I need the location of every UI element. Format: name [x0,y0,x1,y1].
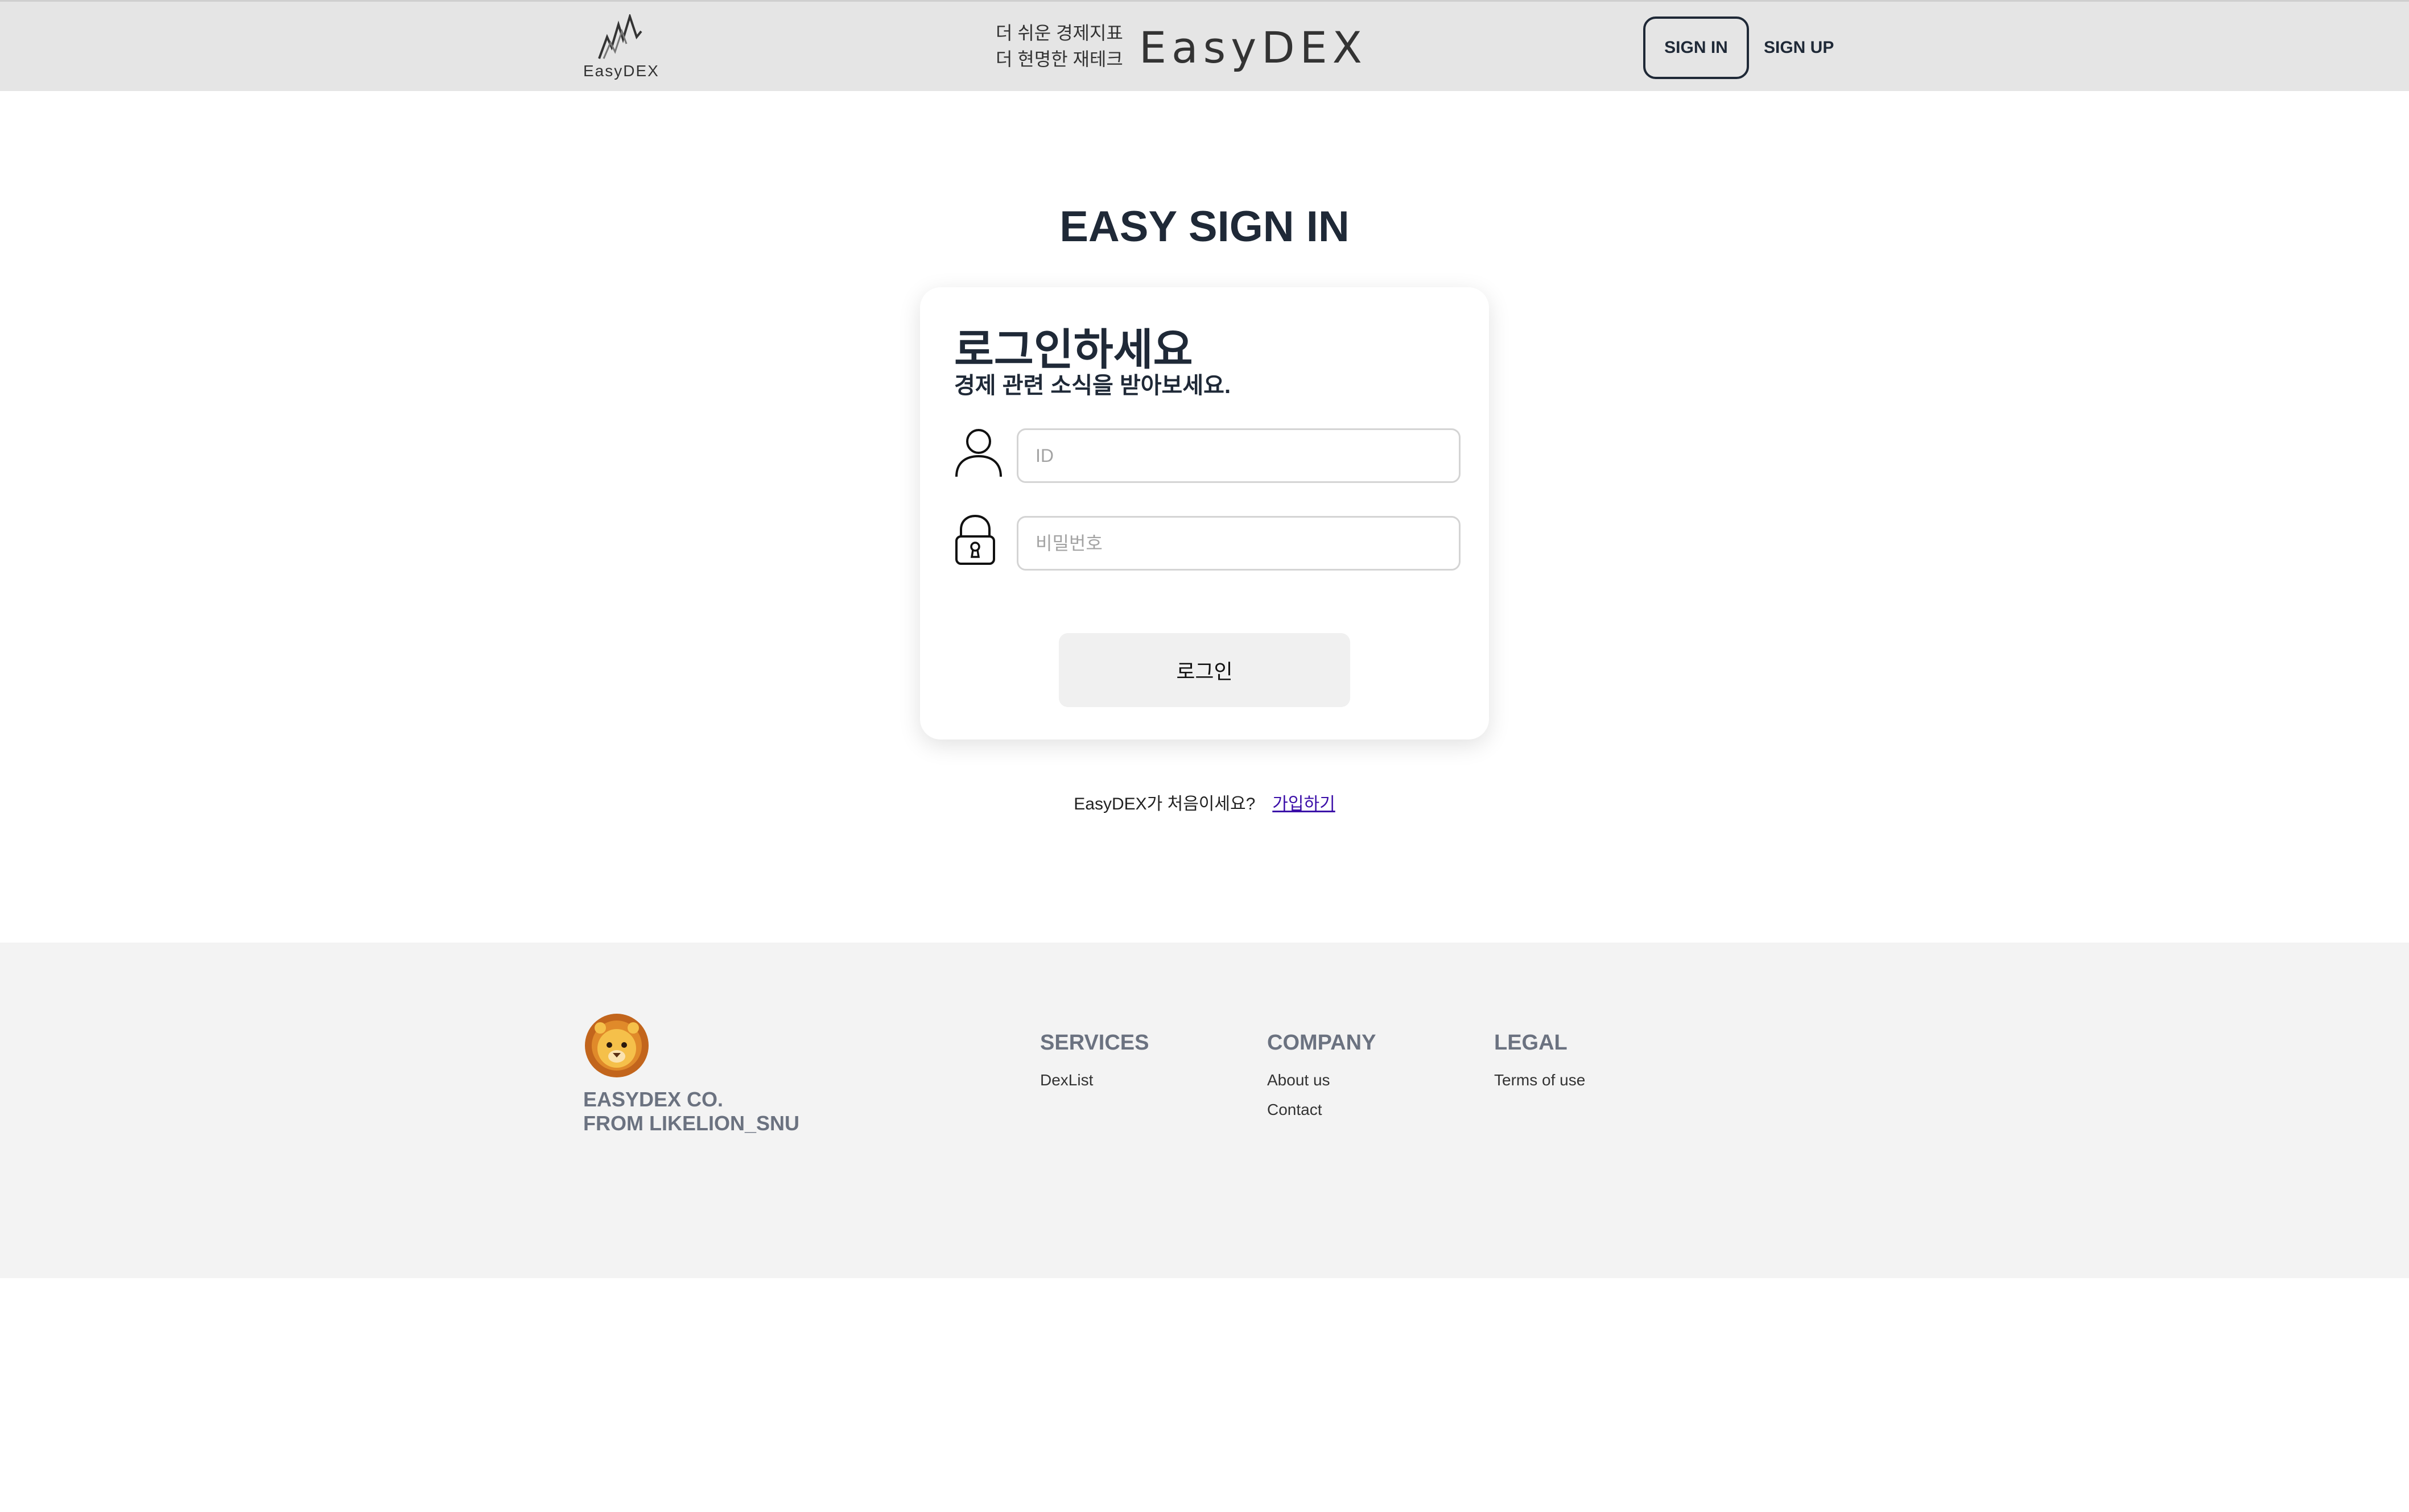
footer-column-legal: LEGAL Terms of use [1494,1031,1585,1095]
footer-link-contact[interactable]: Contact [1267,1095,1376,1125]
footer-heading-legal: LEGAL [1494,1031,1568,1055]
user-icon [955,429,1002,477]
footer-column-company: COMPANY About us Contact [1267,1031,1376,1125]
signup-button[interactable]: SIGN UP [1764,16,1834,79]
logo[interactable]: EasyDEX [583,14,659,82]
logo-text: EasyDEX [583,62,659,80]
lion-icon [585,1014,649,1077]
easydex-logo-icon [598,14,642,59]
card-subheading: 경제 관련 소식을 받아보세요. [954,373,1231,398]
company-line-1: EASYDEX CO. [583,1088,724,1111]
signup-prompt-text: EasyDEX가 처음이세요? [1074,795,1256,813]
brand-title: EasyDEX [1139,22,1367,73]
footer-heading-company: COMPANY [1267,1031,1376,1055]
footer-link-about[interactable]: About us [1267,1065,1376,1095]
footer: EASYDEX CO. FROM LIKELION_SNU SERVICES D… [0,943,2409,1278]
lock-icon [955,514,995,565]
slogan: 더 쉬운 경제지표 더 현명한 재테크 [996,20,1123,72]
slogan-line-2: 더 현명한 재테크 [996,49,1123,69]
header: EasyDEX 더 쉬운 경제지표 더 현명한 재테크 EasyDEX SIGN… [0,0,2409,91]
footer-heading-services: SERVICES [1040,1031,1149,1055]
page-title: EASY SIGN IN [1059,203,1350,251]
company-name: EASYDEX CO. FROM LIKELION_SNU [583,1088,799,1135]
footer-link-dexlist[interactable]: DexList [1040,1065,1149,1095]
login-button[interactable]: 로그인 [1059,633,1350,707]
id-input[interactable] [1017,428,1461,483]
login-card: 로그인하세요 경제 관련 소식을 받아보세요. 로그인 [920,287,1489,740]
signup-prompt: EasyDEX가 처음이세요? 가입하기 [0,790,2409,815]
footer-column-services: SERVICES DexList [1040,1031,1149,1095]
slogan-line-1: 더 쉬운 경제지표 [996,23,1123,43]
company-line-2: FROM LIKELION_SNU [583,1112,800,1135]
footer-link-terms[interactable]: Terms of use [1494,1065,1585,1095]
signin-button[interactable]: SIGN IN [1643,16,1749,79]
password-input[interactable] [1017,516,1461,571]
signup-link[interactable]: 가입하기 [1272,795,1335,813]
